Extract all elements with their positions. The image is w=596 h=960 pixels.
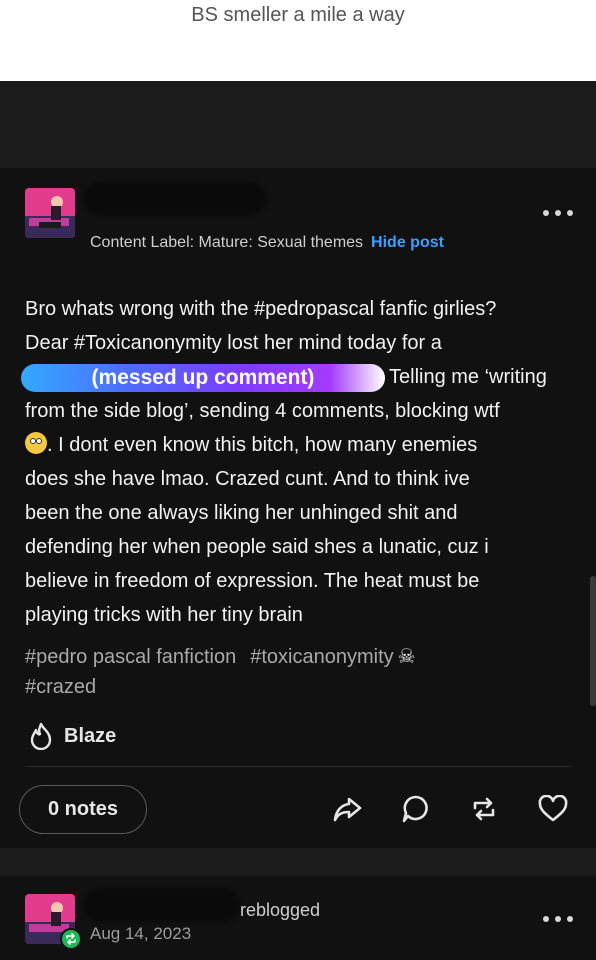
post-body: Bro whats wrong with the #pedropascal fa…: [21, 292, 581, 632]
body-line: Dear #Toxicanonymity lost her mind today…: [25, 332, 442, 354]
more-options-icon[interactable]: [543, 914, 573, 924]
tag-link[interactable]: #toxicanonymity: [250, 646, 393, 668]
flame-icon: [30, 722, 52, 750]
reblog-badge-icon: [60, 928, 82, 950]
share-icon[interactable]: [331, 793, 363, 825]
content-label-text: Content Label: Mature: Sexual themes: [90, 234, 364, 251]
divider: [25, 766, 571, 767]
body-line: been the one always liking her unhinged …: [25, 502, 458, 524]
body-line: from the side blog’, sending 4 comments,…: [25, 400, 500, 422]
skull-crossbones-icon: ☠: [397, 646, 416, 668]
body-line: does she have lmao. Crazed cunt. And to …: [25, 468, 470, 490]
body-line-text: . I dont even know this bitch, how many …: [47, 434, 478, 456]
more-options-icon[interactable]: [543, 208, 573, 218]
post-card: Content Label: Mature: Sexual themes Hide…: [0, 168, 596, 848]
tag-link[interactable]: #pedro pascal fanfiction: [25, 646, 236, 668]
messed-up-comment-pill: (messed up comment): [21, 363, 385, 392]
reblog-post-card: reblogged Aug 14, 2023: [0, 876, 596, 960]
body-line-text: Telling me ‘writing: [389, 366, 547, 388]
body-line: believe in freedom of expression. The he…: [25, 570, 480, 592]
content-label: Content Label: Mature: Sexual themes Hide…: [90, 234, 444, 252]
redacted-username: [84, 888, 240, 922]
redacted-username: [84, 182, 266, 216]
feed-gap: [0, 848, 596, 876]
body-line: . I dont even know this bitch, how many …: [25, 428, 581, 462]
blaze-button[interactable]: Blaze: [28, 720, 116, 752]
comment-icon[interactable]: [400, 793, 432, 825]
body-line: defending her when people said shes a lu…: [25, 536, 489, 558]
body-line: (messed up comment) Telling me ‘writing: [21, 360, 581, 394]
caption-text: BS smeller a mile a way: [191, 4, 405, 26]
avatar[interactable]: [25, 188, 75, 238]
notes-button[interactable]: 0 notes: [19, 785, 147, 834]
top-caption-area: BS smeller a mile a way: [0, 0, 596, 81]
reblogged-label: reblogged: [240, 900, 321, 920]
body-line: playing tricks with her tiny brain: [25, 604, 303, 626]
flushed-emoji-icon: [25, 432, 47, 454]
like-icon[interactable]: [537, 793, 569, 825]
body-line: Bro whats wrong with the #pedropascal fa…: [25, 298, 497, 320]
post-date: Aug 14, 2023: [90, 924, 192, 943]
feed-gap: [0, 81, 596, 168]
tag-list: #pedro pascal fanfiction #toxicanonymity ☠…: [25, 642, 581, 702]
hide-post-link[interactable]: Hide post: [371, 234, 444, 251]
blaze-label: Blaze: [64, 724, 117, 747]
scrollbar[interactable]: [590, 576, 596, 706]
reblog-icon[interactable]: [468, 793, 500, 825]
tag-link[interactable]: #crazed: [25, 676, 96, 698]
